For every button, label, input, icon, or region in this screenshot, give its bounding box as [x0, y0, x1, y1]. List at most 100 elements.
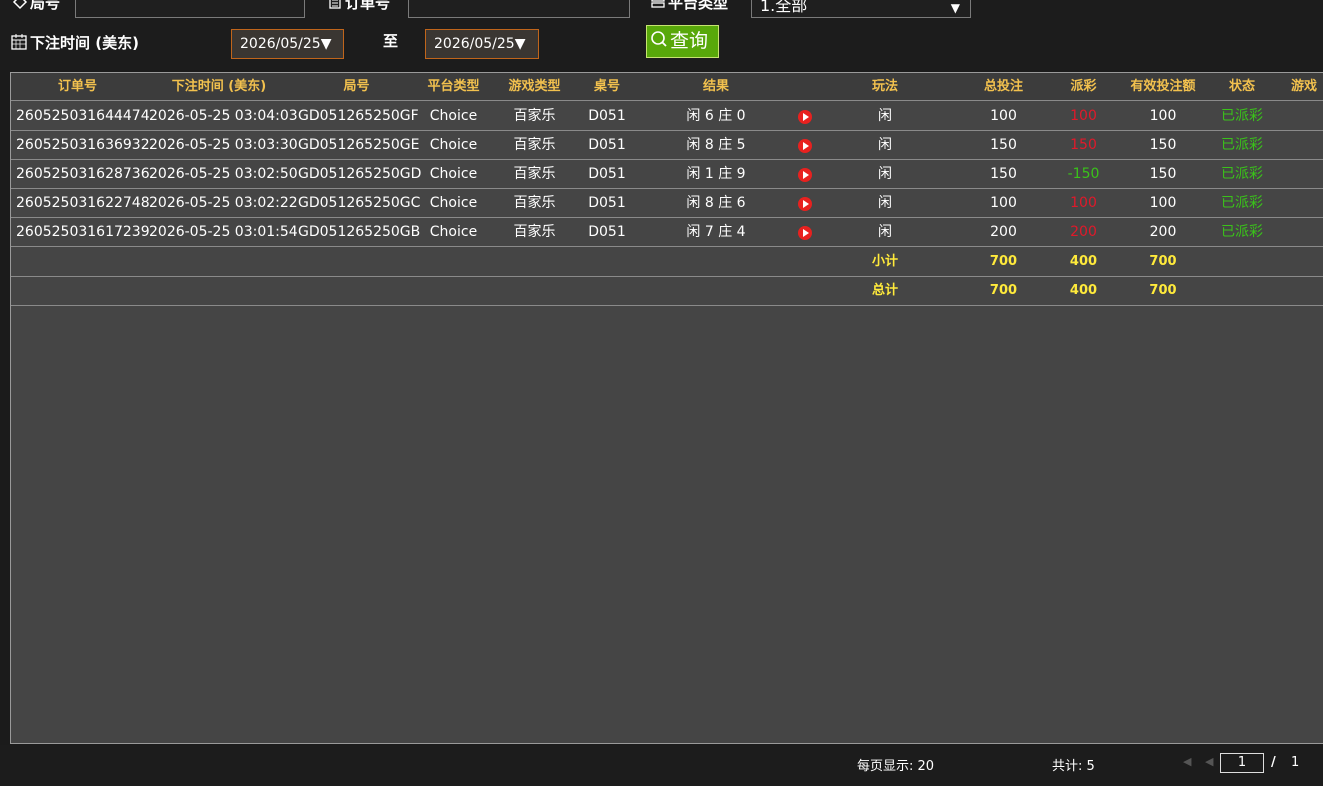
subtotal-row: 小计 700 400 700 — [11, 248, 1323, 277]
bet-time-label: 下注时间 (美东) — [10, 32, 139, 55]
cell-play: 闲 — [878, 137, 892, 153]
cell-round: GD051265250GE — [298, 137, 420, 153]
table-row: 260525031628736 2026-05-25 03:02:50 GD0512… — [11, 160, 1323, 189]
cell-bet: 100 — [990, 195, 1017, 211]
per-page-label: 每页显示: 20 — [857, 759, 935, 774]
total-label: 总计 — [871, 283, 898, 298]
date-from-picker[interactable]: 2026/05/25▼ — [231, 29, 344, 59]
play-video-icon[interactable] — [798, 197, 812, 211]
cell-platform: Choice — [429, 166, 478, 182]
order-filter-label: 订单号 — [327, 0, 390, 14]
cell-time: 2026-05-25 03:03:30 — [149, 137, 298, 153]
col-valid-bet[interactable]: 有效投注额 — [1121, 73, 1205, 101]
cell-order: 260525031636932 — [16, 137, 150, 153]
table-header: 订单号 下注时间 (美东) 局号 平台类型 游戏类型 桌号 结果 玩法 总投注 … — [11, 73, 1323, 101]
cell-payout: 100 — [1070, 108, 1097, 124]
cell-platform: Choice — [429, 224, 478, 240]
subtotal-label: 小计 — [871, 254, 898, 269]
cell-status: 已派彩 — [1221, 137, 1263, 153]
col-bet-time[interactable]: 下注时间 (美东) — [144, 73, 294, 101]
page-separator: / — [1271, 755, 1276, 770]
cell-status: 已派彩 — [1221, 195, 1263, 211]
cell-valid: 100 — [1149, 195, 1177, 211]
cell-valid: 100 — [1149, 108, 1177, 124]
cell-payout: 150 — [1070, 137, 1097, 153]
cell-order: 260525031617239 — [16, 224, 150, 240]
cell-bet: 150 — [990, 166, 1017, 182]
cell-table: D051 — [588, 224, 626, 240]
cell-round: GD051265250GF — [298, 108, 419, 124]
first-page-icon[interactable]: ◀ — [1183, 755, 1191, 768]
cell-play: 闲 — [878, 195, 892, 211]
cell-time: 2026-05-25 03:04:03 — [149, 108, 298, 124]
query-button[interactable]: 查询 — [646, 25, 719, 58]
date-to-picker[interactable]: 2026/05/25▼ — [425, 29, 539, 59]
cell-game: 百家乐 — [513, 166, 556, 182]
total-payout: 400 — [1069, 283, 1098, 298]
col-round[interactable]: 局号 — [294, 73, 419, 101]
platform-filter-label: 平台类型 — [650, 0, 728, 14]
total-row: 总计 700 400 700 — [11, 277, 1323, 306]
col-status[interactable]: 状态 — [1207, 73, 1277, 101]
server-icon — [650, 0, 666, 14]
platform-select[interactable]: 1.全部 ▼ — [751, 0, 971, 18]
play-video-icon[interactable] — [798, 139, 812, 153]
col-table[interactable]: 桌号 — [573, 73, 641, 101]
prev-page-icon[interactable]: ◀ — [1205, 755, 1213, 768]
cell-valid: 200 — [1149, 224, 1177, 240]
cell-play: 闲 — [878, 108, 892, 124]
cell-status: 已派彩 — [1221, 166, 1263, 182]
cell-play: 闲 — [878, 224, 892, 240]
col-game-extra[interactable]: 游戏 — [1291, 73, 1323, 101]
col-order[interactable]: 订单号 — [11, 73, 144, 101]
cell-time: 2026-05-25 03:01:54 — [149, 224, 298, 240]
cell-bet: 200 — [990, 224, 1017, 240]
cell-status: 已派彩 — [1221, 224, 1263, 240]
col-total-bet[interactable]: 总投注 — [966, 73, 1041, 101]
cell-payout: -150 — [1067, 166, 1100, 182]
table-row: 260525031636932 2026-05-25 03:03:30 GD0512… — [11, 131, 1323, 160]
cell-result: 闲 6 庄 0 — [686, 108, 746, 124]
subtotal-bet: 700 — [989, 254, 1018, 269]
cell-order: 260525031644474 — [16, 108, 150, 124]
subtotal-payout: 400 — [1069, 254, 1098, 269]
col-payout[interactable]: 派彩 — [1051, 73, 1116, 101]
col-play[interactable]: 玩法 — [846, 73, 924, 101]
play-video-icon[interactable] — [798, 226, 812, 240]
cell-time: 2026-05-25 03:02:22 — [149, 195, 298, 211]
cell-game: 百家乐 — [513, 195, 556, 211]
page-total: 1 — [1291, 755, 1300, 770]
cell-table: D051 — [588, 108, 626, 124]
calendar-icon — [10, 33, 28, 55]
cell-result: 闲 7 庄 4 — [686, 224, 746, 240]
page-number-input[interactable]: 1 — [1220, 753, 1264, 773]
caret-down-icon: ▼ — [950, 1, 960, 15]
round-filter-label: 局号 — [12, 0, 60, 14]
play-video-icon[interactable] — [798, 168, 812, 182]
cell-result: 闲 8 庄 6 — [686, 195, 746, 211]
col-platform[interactable]: 平台类型 — [419, 73, 488, 101]
cell-result: 闲 8 庄 5 — [686, 137, 746, 153]
cell-platform: Choice — [429, 195, 478, 211]
cell-valid: 150 — [1149, 137, 1177, 153]
filter-bar: 局号 订单号 平台类型 1.全部 ▼ 下注时间 (美东) 2026/05/25▼… — [0, 0, 1323, 70]
col-result[interactable]: 结果 — [661, 73, 771, 101]
cell-valid: 150 — [1149, 166, 1177, 182]
table-row: 260525031617239 2026-05-25 03:01:54 GD0512… — [11, 218, 1323, 247]
col-game[interactable]: 游戏类型 — [498, 73, 571, 101]
play-video-icon[interactable] — [798, 110, 812, 124]
cell-round: GD051265250GB — [298, 224, 421, 240]
cell-status: 已派彩 — [1221, 108, 1263, 124]
cell-table: D051 — [588, 137, 626, 153]
results-table: 订单号 下注时间 (美东) 局号 平台类型 游戏类型 桌号 结果 玩法 总投注 … — [10, 72, 1323, 744]
cell-round: GD051265250GC — [298, 195, 421, 211]
order-input[interactable] — [408, 0, 630, 18]
cell-round: GD051265250GD — [298, 166, 422, 182]
cell-play: 闲 — [878, 166, 892, 182]
round-input[interactable] — [75, 0, 305, 18]
table-row: 260525031622748 2026-05-25 03:02:22 GD0512… — [11, 189, 1323, 218]
cell-result: 闲 1 庄 9 — [686, 166, 746, 182]
tag-icon — [12, 0, 28, 14]
cell-table: D051 — [588, 195, 626, 211]
subtotal-valid: 700 — [1149, 254, 1177, 269]
